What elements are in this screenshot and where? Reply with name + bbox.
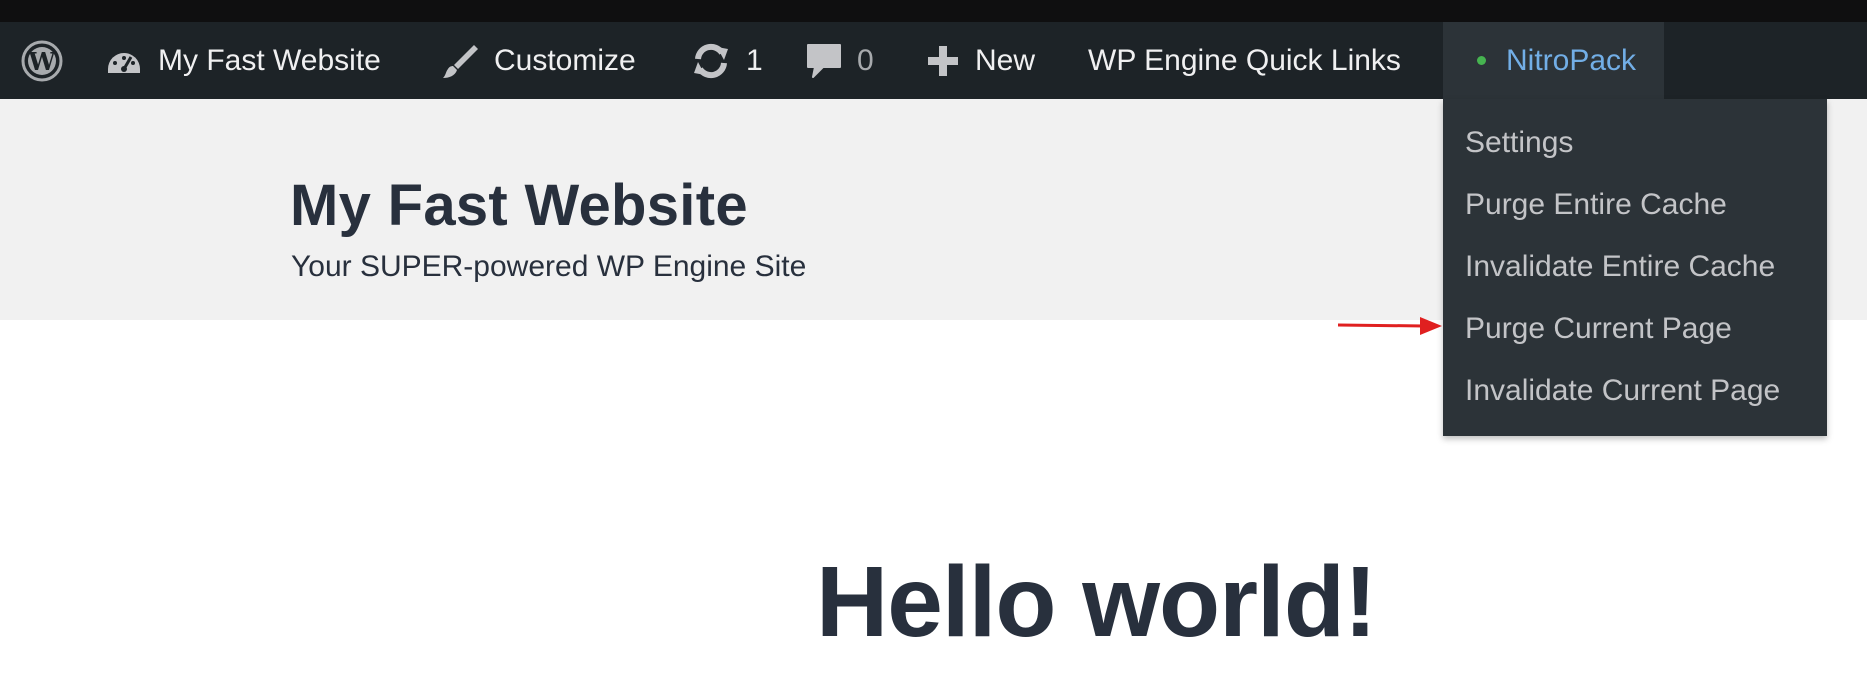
site-title[interactable]: My Fast Website: [290, 172, 748, 239]
dashboard-icon: [104, 43, 144, 79]
quick-links-label: WP Engine Quick Links: [1088, 43, 1401, 77]
site-description: Your SUPER-powered WP Engine Site: [291, 250, 807, 283]
site-name-label: My Fast Website: [158, 43, 381, 77]
new-label: New: [975, 43, 1036, 77]
nitropack-label: NitroPack: [1506, 43, 1637, 77]
menu-item-purge-entire-cache[interactable]: Purge Entire Cache: [1465, 188, 1727, 222]
red-arrow-annotation: [1337, 316, 1442, 341]
new-content-menu[interactable]: New: [925, 22, 1035, 99]
wordpress-icon: W: [20, 39, 64, 83]
updates-icon: [690, 41, 732, 81]
comments-link[interactable]: 0: [805, 22, 874, 99]
post-title: Hello world!: [816, 546, 1377, 658]
top-strip: [0, 0, 1867, 22]
menu-item-invalidate-current-page[interactable]: Invalidate Current Page: [1465, 374, 1780, 408]
nitropack-dropdown: Settings Purge Entire Cache Invalidate E…: [1443, 99, 1827, 436]
menu-item-invalidate-entire-cache[interactable]: Invalidate Entire Cache: [1465, 250, 1775, 284]
status-dot-icon: [1477, 56, 1486, 65]
comments-count: 0: [857, 43, 874, 77]
plus-icon: [925, 43, 961, 79]
updates-count: 1: [746, 43, 763, 77]
comment-icon: [805, 41, 843, 81]
updates-link[interactable]: 1: [690, 22, 763, 99]
customize-link[interactable]: Customize: [440, 22, 636, 99]
customize-label: Customize: [494, 43, 636, 77]
site-name-menu[interactable]: My Fast Website: [104, 22, 381, 99]
nitropack-menu[interactable]: NitroPack: [1443, 22, 1664, 99]
paintbrush-icon: [440, 41, 480, 81]
admin-bar: W My Fast Website Customize 1 0 New WP E…: [0, 22, 1867, 99]
wp-logo-button[interactable]: W: [14, 22, 70, 99]
menu-item-settings[interactable]: Settings: [1465, 126, 1573, 160]
svg-text:W: W: [28, 47, 57, 76]
menu-item-purge-current-page[interactable]: Purge Current Page: [1465, 312, 1732, 346]
wp-engine-quick-links-menu[interactable]: WP Engine Quick Links: [1088, 22, 1401, 99]
